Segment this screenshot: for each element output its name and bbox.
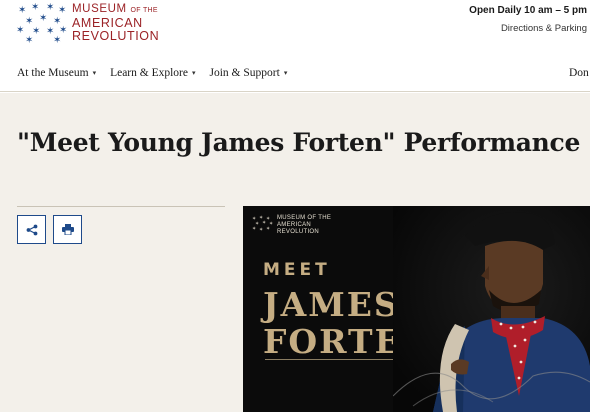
svg-text:✶: ✶ bbox=[53, 35, 61, 45]
promo-meet-text: MEET bbox=[263, 260, 331, 280]
nav-item-label: At the Museum bbox=[17, 67, 89, 79]
share-divider bbox=[17, 206, 225, 207]
nav-item-donate[interactable]: Don bbox=[569, 67, 589, 79]
page-title: "Meet Young James Forten" Performance bbox=[17, 128, 581, 157]
performer-portrait-image bbox=[393, 206, 590, 412]
svg-text:✶: ✶ bbox=[259, 227, 263, 233]
logo-line1-small: OF THE bbox=[130, 7, 158, 14]
hours-text: Open Daily 10 am – 5 pm bbox=[469, 5, 587, 16]
utility-bar: Open Daily 10 am – 5 pm Directions & Par… bbox=[469, 5, 587, 34]
svg-text:✶: ✶ bbox=[16, 25, 24, 36]
nav-item-label: Join & Support bbox=[209, 67, 280, 79]
chevron-down-icon: ▾ bbox=[192, 69, 196, 77]
print-button[interactable] bbox=[53, 215, 82, 244]
promo-logo-line3: REVOLUTION bbox=[277, 229, 320, 235]
nav-item-learn-explore[interactable]: Learn & Explore ▾ bbox=[110, 67, 195, 79]
nav-item-at-the-museum[interactable]: At the Museum ▾ bbox=[17, 67, 96, 79]
promo-logo-line2: AMERICAN bbox=[277, 222, 312, 228]
svg-text:✶: ✶ bbox=[266, 226, 270, 232]
share-icon bbox=[26, 224, 37, 235]
chevron-down-icon: ▾ bbox=[283, 69, 288, 77]
svg-text:✶: ✶ bbox=[25, 35, 33, 45]
stars-icon: ✶ ✶ ✶ ✶ ✶ ✶ ✶ ✶ ✶ ✶ ✶ ✶ ✶ bbox=[16, 3, 67, 45]
chevron-down-icon: ▾ bbox=[92, 69, 97, 77]
site-header: ✶ ✶ ✶ ✶ ✶ ✶ ✶ ✶ ✶ ✶ ✶ ✶ ✶ MUSEUM OF THE … bbox=[0, 0, 590, 92]
nav-item-label: Learn & Explore bbox=[110, 67, 188, 79]
logo-wordmark: MUSEUM OF THE AMERICAN REVOLUTION bbox=[72, 3, 159, 43]
logo-line1: MUSEUM bbox=[72, 3, 127, 15]
share-button[interactable] bbox=[17, 215, 46, 244]
logo-line3: REVOLUTION bbox=[72, 29, 160, 43]
main-nav: At the Museum ▾ Learn & Explore ▾ Join &… bbox=[17, 67, 301, 79]
promo-logo: ✶ ✶ ✶ ✶ ✶ ✶ ✶ ✶ ✶ MUSEUM OF THE AMERICAN REVOL… bbox=[252, 215, 331, 236]
svg-text:✶: ✶ bbox=[18, 5, 26, 16]
event-promo-image: ✶ ✶ ✶ ✶ ✶ ✶ ✶ ✶ ✶ MUSEUM OF THE AMERICAN REVOL… bbox=[243, 206, 590, 412]
nav-item-join-support[interactable]: Join & Support ▾ bbox=[210, 67, 288, 79]
museum-logo[interactable]: ✶ ✶ ✶ ✶ ✶ ✶ ✶ ✶ ✶ ✶ ✶ ✶ ✶ MUSEUM OF THE … bbox=[16, 3, 159, 45]
promo-logo-wordmark: MUSEUM OF THE AMERICAN REVOLUTION bbox=[277, 215, 331, 236]
svg-text:✶: ✶ bbox=[46, 3, 54, 13]
promo-logo-line1: MUSEUM OF THE bbox=[277, 215, 332, 221]
stars-icon: ✶ ✶ ✶ ✶ ✶ ✶ ✶ ✶ ✶ bbox=[252, 215, 273, 233]
directions-link[interactable]: Directions & Parking bbox=[469, 23, 587, 34]
svg-text:✶: ✶ bbox=[39, 13, 47, 24]
main-content: "Meet Young James Forten" Performance ✶ ✶… bbox=[0, 93, 590, 412]
svg-text:✶: ✶ bbox=[58, 5, 66, 16]
print-icon bbox=[61, 224, 74, 235]
svg-text:✶: ✶ bbox=[31, 3, 39, 13]
svg-text:✶: ✶ bbox=[252, 226, 256, 232]
